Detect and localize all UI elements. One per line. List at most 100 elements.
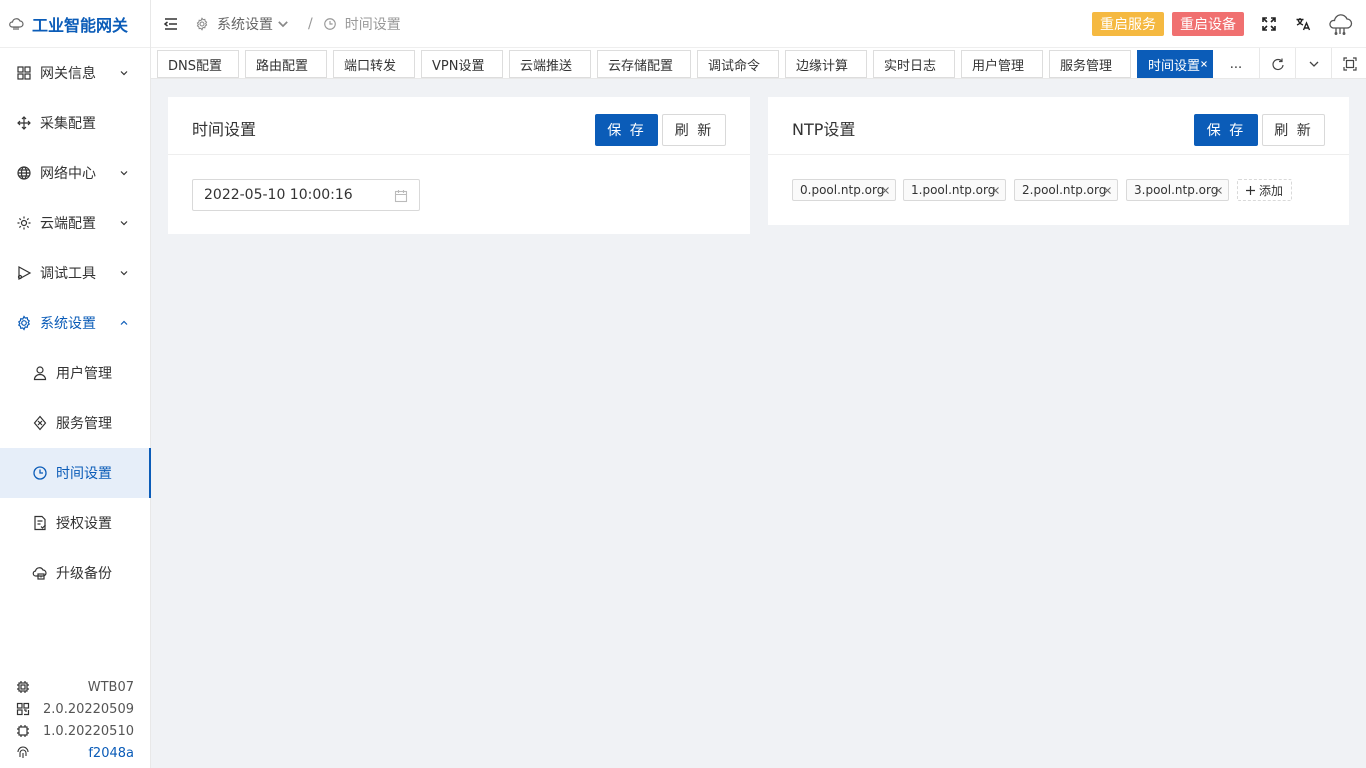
sidebar-subitem-time-settings[interactable]: 时间设置 [0, 448, 151, 498]
tab-user-management[interactable]: 用户管理 [961, 50, 1043, 78]
sidebar-item-system-settings[interactable]: 系统设置 [0, 298, 150, 348]
grid-icon [16, 65, 32, 81]
tabs-bar: DNS配置 路由配置 端口转发 VPN设置 云端推送 云存储配置 调试命令 边缘… [151, 48, 1366, 79]
sidebar-footer: WTB07 2.0.20220509 1.0.20220510 f2048a [0, 676, 150, 768]
refresh-button[interactable]: 刷 新 [662, 114, 726, 146]
plus-icon [1246, 185, 1255, 195]
sidebar-item-label: 服务管理 [56, 416, 112, 432]
card-header: NTP设置 保 存 刷 新 [768, 97, 1349, 155]
add-ntp-server-button[interactable]: 添加 [1237, 179, 1292, 201]
sidebar-item-debug[interactable]: 调试工具 [0, 248, 150, 298]
close-icon[interactable] [1199, 59, 1209, 69]
ntp-server-label: 2.pool.ntp.org [1022, 183, 1107, 197]
chevron-down-icon [120, 221, 128, 226]
ntp-settings-card: NTP设置 保 存 刷 新 0.pool.ntp.org 1.pool.ntp.… [768, 97, 1349, 225]
tab-cloud-push[interactable]: 云端推送 [509, 50, 591, 78]
save-button[interactable]: 保 存 [595, 114, 658, 146]
restart-device-button[interactable]: 重启设备 [1172, 12, 1244, 36]
tab-cloud-storage[interactable]: 云存储配置 [597, 50, 691, 78]
fingerprint-link[interactable]: f2048a [88, 746, 134, 761]
app-version-row: 1.0.20220510 [16, 720, 134, 742]
tab-label: 边缘计算 [796, 58, 849, 74]
breadcrumb-separator: / [308, 15, 313, 32]
refresh-icon [1271, 58, 1284, 70]
cpu-icon [17, 725, 29, 737]
sidebar-subitem-upgrade-backup[interactable]: 升级备份 [0, 548, 150, 598]
tabs-dropdown-button[interactable] [1295, 48, 1331, 79]
tabs-more-button[interactable]: ... [1216, 50, 1256, 78]
move-icon [16, 115, 32, 131]
sidebar-item-gateway-info[interactable]: 网关信息 [0, 48, 150, 98]
cloud-settings-icon [16, 215, 32, 231]
header: 系统设置 / 时间设置 重启服务 重启设备 [151, 0, 1366, 48]
tab-service-management[interactable]: 服务管理 [1049, 50, 1131, 78]
logo[interactable]: 工业智能网关 [0, 0, 150, 48]
breadcrumb-item-system-settings[interactable]: 系统设置 [195, 14, 298, 34]
tab-debug-command[interactable]: 调试命令 [697, 50, 779, 78]
translate-icon [1296, 18, 1311, 31]
chevron-down-icon [120, 271, 128, 276]
chevron-down-icon [120, 71, 128, 76]
sidebar-subitem-license-settings[interactable]: 授权设置 [0, 498, 150, 548]
header-actions: 重启服务 重启设备 [1092, 0, 1366, 48]
chevron-down-icon [1309, 61, 1318, 67]
add-label: 添加 [1259, 183, 1284, 198]
refresh-button[interactable]: 刷 新 [1262, 114, 1325, 146]
sidebar-item-network[interactable]: 网络中心 [0, 148, 150, 198]
tab-label: 时间设置 [1148, 58, 1201, 74]
fingerprint-icon [17, 746, 29, 758]
fingerprint-row: f2048a [16, 742, 134, 764]
tabs-refresh-button[interactable] [1259, 48, 1295, 79]
tab-dns[interactable]: DNS配置 [157, 50, 239, 78]
cloud-status-button[interactable] [1320, 0, 1360, 48]
tab-vpn[interactable]: VPN设置 [421, 50, 503, 78]
save-button[interactable]: 保 存 [1194, 114, 1258, 146]
tab-time-settings[interactable]: 时间设置 [1137, 50, 1213, 78]
ntp-server-label: 3.pool.ntp.org [1134, 183, 1219, 197]
tab-realtime-log[interactable]: 实时日志 [873, 50, 955, 78]
tab-edge-compute[interactable]: 边缘计算 [785, 50, 867, 78]
ntp-server-label: 1.pool.ntp.org [911, 183, 996, 197]
breadcrumb-label: 时间设置 [344, 16, 401, 33]
sidebar-item-cloud[interactable]: 云端配置 [0, 198, 150, 248]
user-icon [32, 365, 48, 381]
close-icon[interactable] [1214, 186, 1223, 195]
breadcrumb-label: 系统设置 [217, 16, 273, 33]
tab-port-forward[interactable]: 端口转发 [333, 50, 415, 78]
datetime-picker-input[interactable]: 2022-05-10 10:00:16 [192, 179, 420, 211]
maximize-icon [1342, 56, 1357, 71]
sidebar-subitem-user-management[interactable]: 用户管理 [0, 348, 150, 398]
breadcrumb: 系统设置 / 时间设置 [195, 14, 401, 34]
close-icon[interactable] [881, 186, 890, 195]
ntp-server-label: 0.pool.ntp.org [800, 183, 885, 197]
card-title: 时间设置 [192, 120, 257, 139]
fullscreen-button[interactable] [1252, 0, 1286, 48]
sidebar-item-label: 升级备份 [56, 566, 112, 582]
datetime-value: 2022-05-10 10:00:16 [204, 187, 353, 203]
sidebar-item-label: 时间设置 [56, 466, 112, 482]
menu-collapse-button[interactable] [153, 0, 189, 48]
tab-label: DNS配置 [168, 58, 222, 74]
clock-icon [32, 465, 48, 481]
close-icon[interactable] [991, 186, 1000, 195]
chevron-down-icon [120, 171, 128, 176]
sidebar-item-label: 网关信息 [40, 66, 96, 82]
device-model-row: WTB07 [16, 676, 134, 698]
cloud-status-icon [1329, 14, 1353, 35]
sidebar-item-label: 采集配置 [40, 116, 96, 132]
restart-service-button[interactable]: 重启服务 [1092, 12, 1164, 36]
tab-route[interactable]: 路由配置 [245, 50, 327, 78]
sidebar-item-label: 调试工具 [40, 266, 96, 282]
chevron-down-icon [278, 20, 288, 27]
card-title: NTP设置 [792, 120, 856, 139]
close-icon[interactable] [1103, 186, 1112, 195]
tabs-maximize-button[interactable] [1331, 48, 1366, 79]
gear-icon [16, 315, 32, 331]
calendar-icon [394, 190, 408, 203]
sidebar-item-label: 系统设置 [40, 316, 96, 332]
language-button[interactable] [1286, 0, 1320, 48]
firmware-version-row: 2.0.20220509 [16, 698, 134, 720]
sidebar-item-collection[interactable]: 采集配置 [0, 98, 150, 148]
chevron-up-icon [120, 320, 128, 325]
sidebar-subitem-service-management[interactable]: 服务管理 [0, 398, 150, 448]
